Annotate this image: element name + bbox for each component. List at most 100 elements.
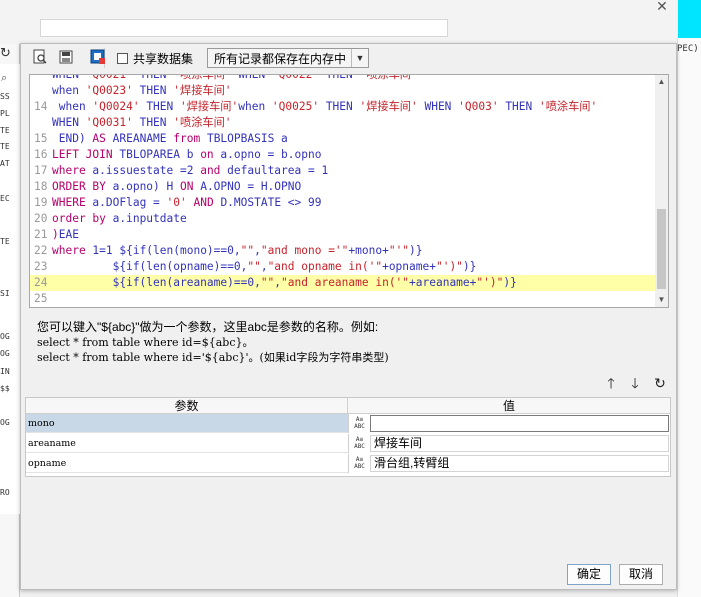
background-refresh-icon[interactable]: ↻ xyxy=(0,44,14,62)
code-token: a.inputdate xyxy=(105,212,187,225)
code-line[interactable]: 14 when 'Q0024' THEN '焊接车间'when 'Q0025' … xyxy=(30,99,655,115)
string-type-icon[interactable]: A≡ ABC xyxy=(348,434,370,453)
code-token: AS xyxy=(92,132,106,145)
parameter-value-field[interactable]: 滑台组,转臂组 xyxy=(370,455,669,472)
share-dataset-label: 共享数据集 xyxy=(133,51,194,66)
code-token: AREANAME xyxy=(105,132,174,145)
move-down-icon[interactable]: 🡓 xyxy=(627,375,643,391)
parameter-table: 参数 值 mono A≡ ABC areaname A≡ ABC 焊接车间 opname A≡ A… xyxy=(25,397,671,477)
code-token: END) xyxy=(52,132,93,145)
code-line[interactable]: 17 where a.issuestate =2 and defaultarea … xyxy=(30,163,655,179)
line-number: 19 xyxy=(34,196,48,209)
parameter-row[interactable]: areaname A≡ ABC 焊接车间 xyxy=(26,434,670,454)
background-fragment: OG xyxy=(0,349,10,358)
share-dataset-checkbox[interactable]: 共享数据集 xyxy=(117,49,193,67)
code-token: )} xyxy=(462,260,477,273)
code-token: )} xyxy=(409,244,423,257)
background-close-icon[interactable]: ✕ xyxy=(652,0,672,15)
string-type-icon[interactable]: A≡ ABC xyxy=(348,414,370,433)
code-line[interactable]: 20 order by a.inputdate xyxy=(30,211,655,227)
background-right-panel xyxy=(677,38,701,597)
code-line[interactable]: 19 WHERE a.DOFlag = '0' AND D.MOSTATE <> … xyxy=(30,195,655,211)
code-token: )} xyxy=(503,276,517,289)
code-token: 'Q0025' xyxy=(271,100,320,113)
code-token: THEN xyxy=(132,84,174,97)
chevron-down-icon[interactable]: ▼ xyxy=(351,49,368,67)
code-token: , xyxy=(260,260,268,273)
parameter-name[interactable]: areaname xyxy=(26,434,348,453)
code-token: '焊接车间' xyxy=(173,84,232,97)
code-token: LEFT JOIN xyxy=(52,148,113,161)
background-fragment: OG xyxy=(0,332,10,341)
line-number: 21 xyxy=(34,228,48,241)
code-token: defaultarea = 1 xyxy=(220,164,329,177)
code-line[interactable]: 16 LEFT JOIN TBLOPAREA b on a.opno = b.op… xyxy=(30,147,655,163)
code-token: where xyxy=(52,164,86,177)
scroll-thumb[interactable] xyxy=(657,209,666,289)
cancel-button[interactable]: 取消 xyxy=(619,564,663,585)
preview-icon[interactable] xyxy=(32,49,48,65)
background-fragment: EC xyxy=(0,194,10,203)
background-fragment: IN xyxy=(0,367,10,376)
code-token: 'Q0021' xyxy=(85,74,133,81)
background-search-icon[interactable]: ⌕ xyxy=(1,72,13,84)
code-line[interactable]: 21)EAE xyxy=(30,227,655,243)
scroll-up-arrow-icon[interactable]: ▲ xyxy=(655,75,668,89)
line-number: 24 xyxy=(34,276,48,289)
query-settings-icon[interactable] xyxy=(90,49,106,65)
code-token: where xyxy=(52,244,86,257)
code-token: '喷涂车间' xyxy=(539,100,598,113)
editor-scrollbar[interactable]: ▲ ▼ xyxy=(655,75,668,307)
checkbox-box[interactable] xyxy=(117,52,128,64)
parameter-name[interactable]: mono xyxy=(26,414,348,433)
parameter-row[interactable]: mono A≡ ABC xyxy=(26,414,670,434)
move-up-icon[interactable]: 🡑 xyxy=(603,375,619,391)
code-token: "and areaname in('" xyxy=(281,276,410,289)
sql-dataset-dialog: 共享数据集 所有记录都保存在内存中 ▼ WHEN 'Q0021' THEN '喷… xyxy=(20,43,677,590)
code-line[interactable]: WHEN 'Q0021' THEN '喷涂车间' WHEN 'Q0022' TH… xyxy=(30,74,655,83)
code-line[interactable]: 23 ${if(len(opname)==0,"","and opname in… xyxy=(30,259,655,275)
code-line[interactable]: 18 ORDER BY a.opno) H ON A.OPNO = H.OPNO xyxy=(30,179,655,195)
code-token: order by xyxy=(52,212,106,225)
storage-mode-select[interactable]: 所有记录都保存在内存中 ▼ xyxy=(207,48,369,68)
parameter-value-field[interactable] xyxy=(370,415,669,432)
code-line[interactable]: WHEN 'Q0031' THEN '喷涂车间' xyxy=(30,115,655,131)
code-token: WHEN xyxy=(417,100,459,113)
code-token: ${if(len(areaname)==0, xyxy=(52,276,261,289)
code-token: EAE xyxy=(58,228,79,241)
help-line-2: select * from table where id=${abc}。 xyxy=(37,336,254,349)
code-token: '喷涂车间' xyxy=(173,116,232,129)
code-token: THEN xyxy=(319,74,360,81)
code-token: ${if(len(opname)==0, xyxy=(52,260,248,273)
line-number: 16 xyxy=(34,148,48,161)
background-fragment: PL xyxy=(0,109,10,118)
code-line[interactable]: when 'Q0023' THEN '焊接车间' xyxy=(30,83,655,99)
background-right-text: PEC) xyxy=(677,44,699,54)
code-line[interactable]: 25 xyxy=(30,291,655,307)
parameter-value-field[interactable]: 焊接车间 xyxy=(370,435,669,452)
code-line[interactable]: 22 where 1=1 ${if(len(mono)==0,"","and mo… xyxy=(30,243,655,259)
code-token: a.DOFlag = xyxy=(85,196,167,209)
code-token: '喷涂车间' xyxy=(359,74,418,81)
background-fragment: $$ xyxy=(0,384,10,393)
code-token: THEN xyxy=(132,116,174,129)
code-line[interactable]: 24 ${if(len(areaname)==0,"","and areanam… xyxy=(30,275,655,291)
sql-editor[interactable]: WHEN 'Q0021' THEN '喷涂车间' WHEN 'Q0022' TH… xyxy=(29,74,669,308)
code-token: when xyxy=(238,100,272,113)
line-number: 20 xyxy=(34,212,48,225)
ok-button[interactable]: 确定 xyxy=(567,564,611,585)
code-token: ORDER BY xyxy=(52,180,106,193)
parameter-row[interactable]: opname A≡ ABC 滑台组,转臂组 xyxy=(26,454,670,474)
string-type-icon[interactable]: A≡ ABC xyxy=(348,454,370,473)
refresh-icon[interactable]: ↻ xyxy=(652,375,668,391)
code-token: "and mono ='" xyxy=(260,244,349,257)
parameter-name[interactable]: opname xyxy=(26,454,348,473)
scroll-down-arrow-icon[interactable]: ▼ xyxy=(655,293,668,307)
background-input[interactable] xyxy=(40,19,448,37)
help-line-1: 您可以键入"${abc}"做为一个参数，这里abc是参数的名称。例如: xyxy=(37,320,379,334)
help-line-3: select * from table where id='${abc}'。(如… xyxy=(37,351,389,364)
code-token: WHEN xyxy=(231,74,272,81)
code-token: on xyxy=(200,148,214,161)
database-icon[interactable] xyxy=(58,49,74,65)
code-line[interactable]: 15 END) AS AREANAME from TBLOPBASIS a xyxy=(30,131,655,147)
